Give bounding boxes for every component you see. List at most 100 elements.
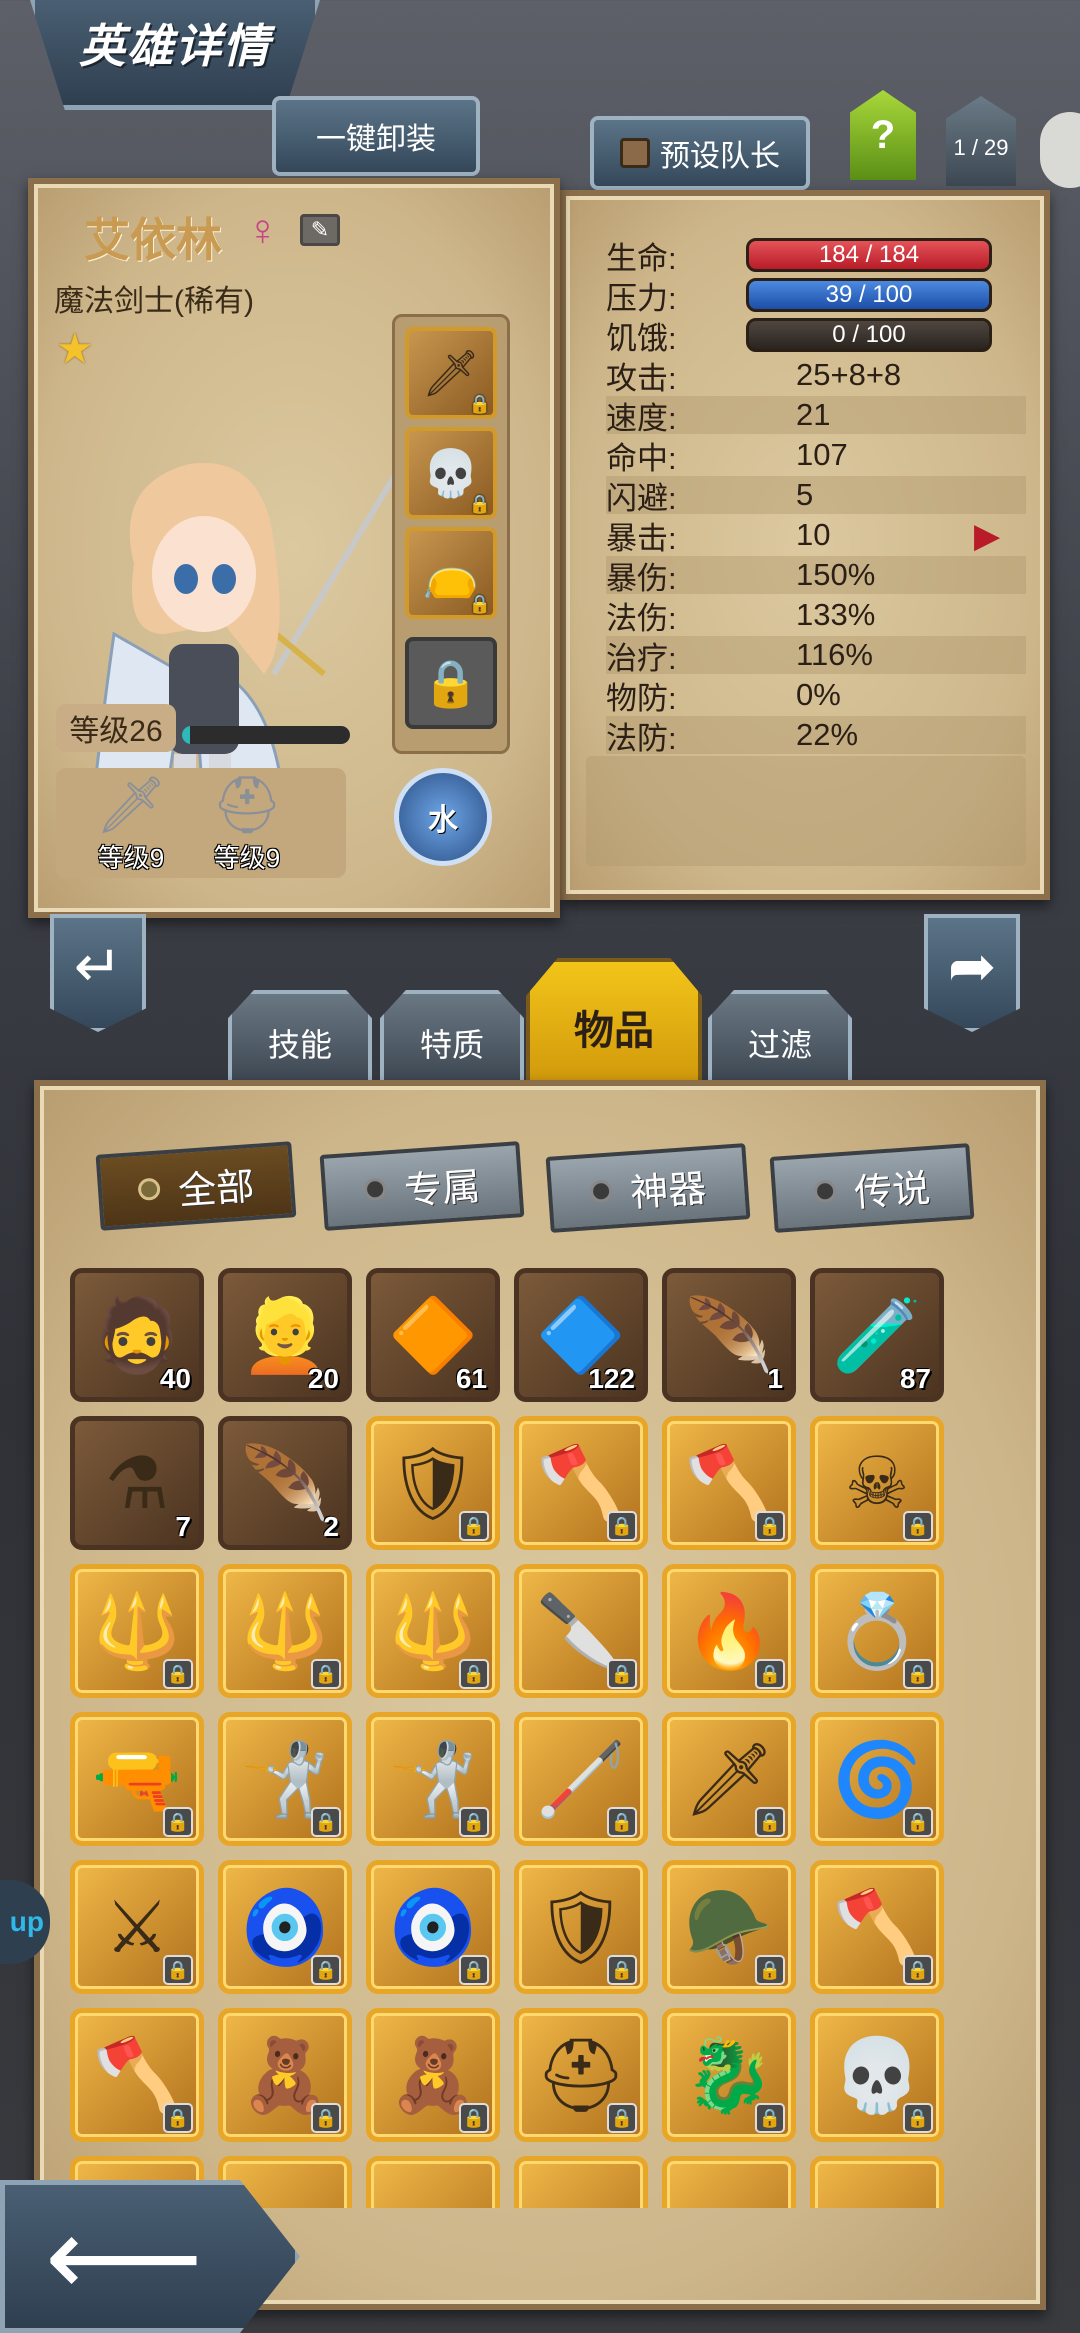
inventory-item[interactable]: 🛡 🔒 (514, 1860, 648, 1994)
inventory-item[interactable]: 🗡 🔒 (662, 1712, 796, 1846)
back-button[interactable]: ⟵ (0, 2180, 300, 2333)
female-icon: ♀ (246, 206, 279, 255)
weapon-gear[interactable]: 🗡 等级9 (76, 772, 186, 876)
inventory-item[interactable] (366, 2156, 500, 2208)
inventory-item[interactable]: 💀 🔒 (810, 2008, 944, 2142)
inventory-item[interactable]: 👱 20 (218, 1268, 352, 1402)
inventory-item[interactable] (514, 2156, 648, 2208)
inventory-item[interactable]: 🪖 🔒 (662, 1860, 796, 1994)
inventory-item[interactable]: 🧸 🔒 (218, 2008, 352, 2142)
trinket-slot-2[interactable]: 👝 🔒 (405, 527, 497, 619)
stat-value: 107 (796, 437, 848, 472)
inventory-item[interactable] (810, 2156, 944, 2208)
element-label: 水 (428, 804, 458, 837)
gear-row: 🗡 等级9 ⛑ 等级9 (56, 768, 346, 878)
inventory-item[interactable]: 🔥 🔒 (662, 1564, 796, 1698)
filter-label: 专属 (402, 1165, 482, 1213)
weapon-slot[interactable]: 🗡 🔒 (405, 327, 497, 419)
phoenix-feather-icon: 🪶 (684, 1295, 774, 1376)
help-button[interactable]: ? (850, 90, 916, 180)
locked-slot[interactable]: 🔒 (405, 637, 497, 729)
hero-page-indicator[interactable]: 1 / 29 (946, 96, 1016, 186)
edit-name-icon[interactable]: ✎ (300, 214, 340, 246)
inventory-item[interactable]: 🪓 🔒 (70, 2008, 204, 2142)
unequip-all-button[interactable]: 一键卸装 (272, 96, 480, 176)
floating-menu-icon[interactable] (1040, 112, 1080, 188)
prev-hero-button[interactable]: ↵ (50, 914, 146, 1032)
radio-icon (589, 1179, 613, 1204)
inventory-item[interactable]: 🔱 🔒 (218, 1564, 352, 1698)
helmet-icon: ⛑ (211, 773, 283, 836)
tab-items[interactable]: 物品 (526, 958, 702, 1084)
lock-icon: 🔒 (755, 1955, 785, 1985)
mana-potion-icon: ⚗ (104, 1444, 170, 1524)
inventory-item[interactable]: 🧸 🔒 (366, 2008, 500, 2142)
item-count: 61 (455, 1363, 487, 1394)
lock-icon: 🔒 (163, 1955, 193, 1985)
inventory-item[interactable]: 🪶 2 (218, 1416, 352, 1550)
inventory-item[interactable] (662, 2156, 796, 2208)
inventory-item[interactable]: 🧪 87 (810, 1268, 944, 1402)
inventory-item[interactable]: 🛡 🔒 (366, 1416, 500, 1550)
filter-all[interactable]: 全部 (95, 1141, 297, 1231)
filter-artifact[interactable]: 神器 (545, 1143, 751, 1233)
filter-exclusive[interactable]: 专属 (319, 1141, 525, 1231)
tab-skills[interactable]: 技能 (228, 990, 372, 1084)
stat-row: 命中: 107 (606, 436, 1026, 476)
star-icon: ★ (56, 325, 94, 372)
item-count: 2 (323, 1511, 339, 1542)
inventory-item[interactable]: 🦯 🔒 (514, 1712, 648, 1846)
xp-bar (182, 726, 350, 744)
inventory-item[interactable]: 🐉 🔒 (662, 2008, 796, 2142)
inventory-item[interactable]: 🔪 🔒 (514, 1564, 648, 1698)
hp-value: 184 / 184 (818, 241, 920, 268)
stat-label: 治疗: (606, 640, 677, 676)
inventory-item[interactable]: ⚔ 🔒 (70, 1860, 204, 1994)
help-label: ? (870, 112, 896, 157)
preset-leader-checkbox[interactable] (620, 138, 650, 168)
inventory-item[interactable]: 🤺 🔒 (366, 1712, 500, 1846)
lock-icon: 🔒 (607, 1807, 637, 1837)
tab-traits[interactable]: 特质 (380, 990, 524, 1084)
item-count: 1 (767, 1363, 783, 1394)
stat-row: 暴击: 10 (606, 516, 1026, 556)
armor-gear[interactable]: ⛑ 等级9 (192, 772, 302, 876)
inventory-item[interactable]: 🔷 122 (514, 1268, 648, 1402)
skull-cloak-icon: ☠ (844, 1444, 910, 1524)
inventory-item[interactable]: 🪓 🔒 (810, 1860, 944, 1994)
inventory-item[interactable]: 🔱 🔒 (366, 1564, 500, 1698)
inventory-item[interactable]: 🔶 61 (366, 1268, 500, 1402)
tab-filter[interactable]: 过滤 (708, 990, 852, 1084)
stress-bar: 39 / 100 (746, 278, 992, 312)
inventory-item[interactable]: ☠ 🔒 (810, 1416, 944, 1550)
lock-icon: 🔒 (607, 1659, 637, 1689)
inventory-item[interactable]: 🪓 🔒 (514, 1416, 648, 1550)
hunger-bar: 0 / 100 (746, 318, 992, 352)
trinket-slot-1[interactable]: 💀 🔒 (405, 427, 497, 519)
inventory-item[interactable]: 🔱 🔒 (70, 1564, 204, 1698)
inventory-item[interactable]: 💍 🔒 (810, 1564, 944, 1698)
armor-level: 等级9 (213, 843, 281, 873)
lock-icon: 🔒 (755, 1807, 785, 1837)
inventory-item[interactable]: ⚗ 7 (70, 1416, 204, 1550)
hp-bar: 184 / 184 (746, 238, 992, 272)
inventory-item[interactable]: 🧔 40 (70, 1268, 204, 1402)
inventory-item[interactable]: ⛑ 🔒 (514, 2008, 648, 2142)
inventory-item[interactable]: 🧿 🔒 (366, 1860, 500, 1994)
stat-row: 法伤: 133% (606, 596, 1026, 636)
inventory-item[interactable]: 🪶 1 (662, 1268, 796, 1402)
page-title: 英雄详情 (79, 19, 271, 72)
stat-label: 速度: (606, 400, 677, 436)
preset-leader-toggle[interactable]: 预设队长 (590, 116, 810, 190)
inventory-item[interactable]: 🌀 🔒 (810, 1712, 944, 1846)
filter-label: 神器 (628, 1167, 708, 1215)
next-hero-button[interactable]: ➦ (924, 914, 1020, 1032)
stat-value: 22% (796, 717, 859, 752)
inventory-item[interactable]: 🤺 🔒 (218, 1712, 352, 1846)
expand-stats-arrow-icon[interactable]: ▶ (974, 516, 1000, 556)
stat-label: 法防: (606, 720, 677, 756)
inventory-item[interactable]: 🪓 🔒 (662, 1416, 796, 1550)
inventory-item[interactable]: 🔫 🔒 (70, 1712, 204, 1846)
filter-legendary[interactable]: 传说 (769, 1143, 975, 1233)
inventory-item[interactable]: 🧿 🔒 (218, 1860, 352, 1994)
